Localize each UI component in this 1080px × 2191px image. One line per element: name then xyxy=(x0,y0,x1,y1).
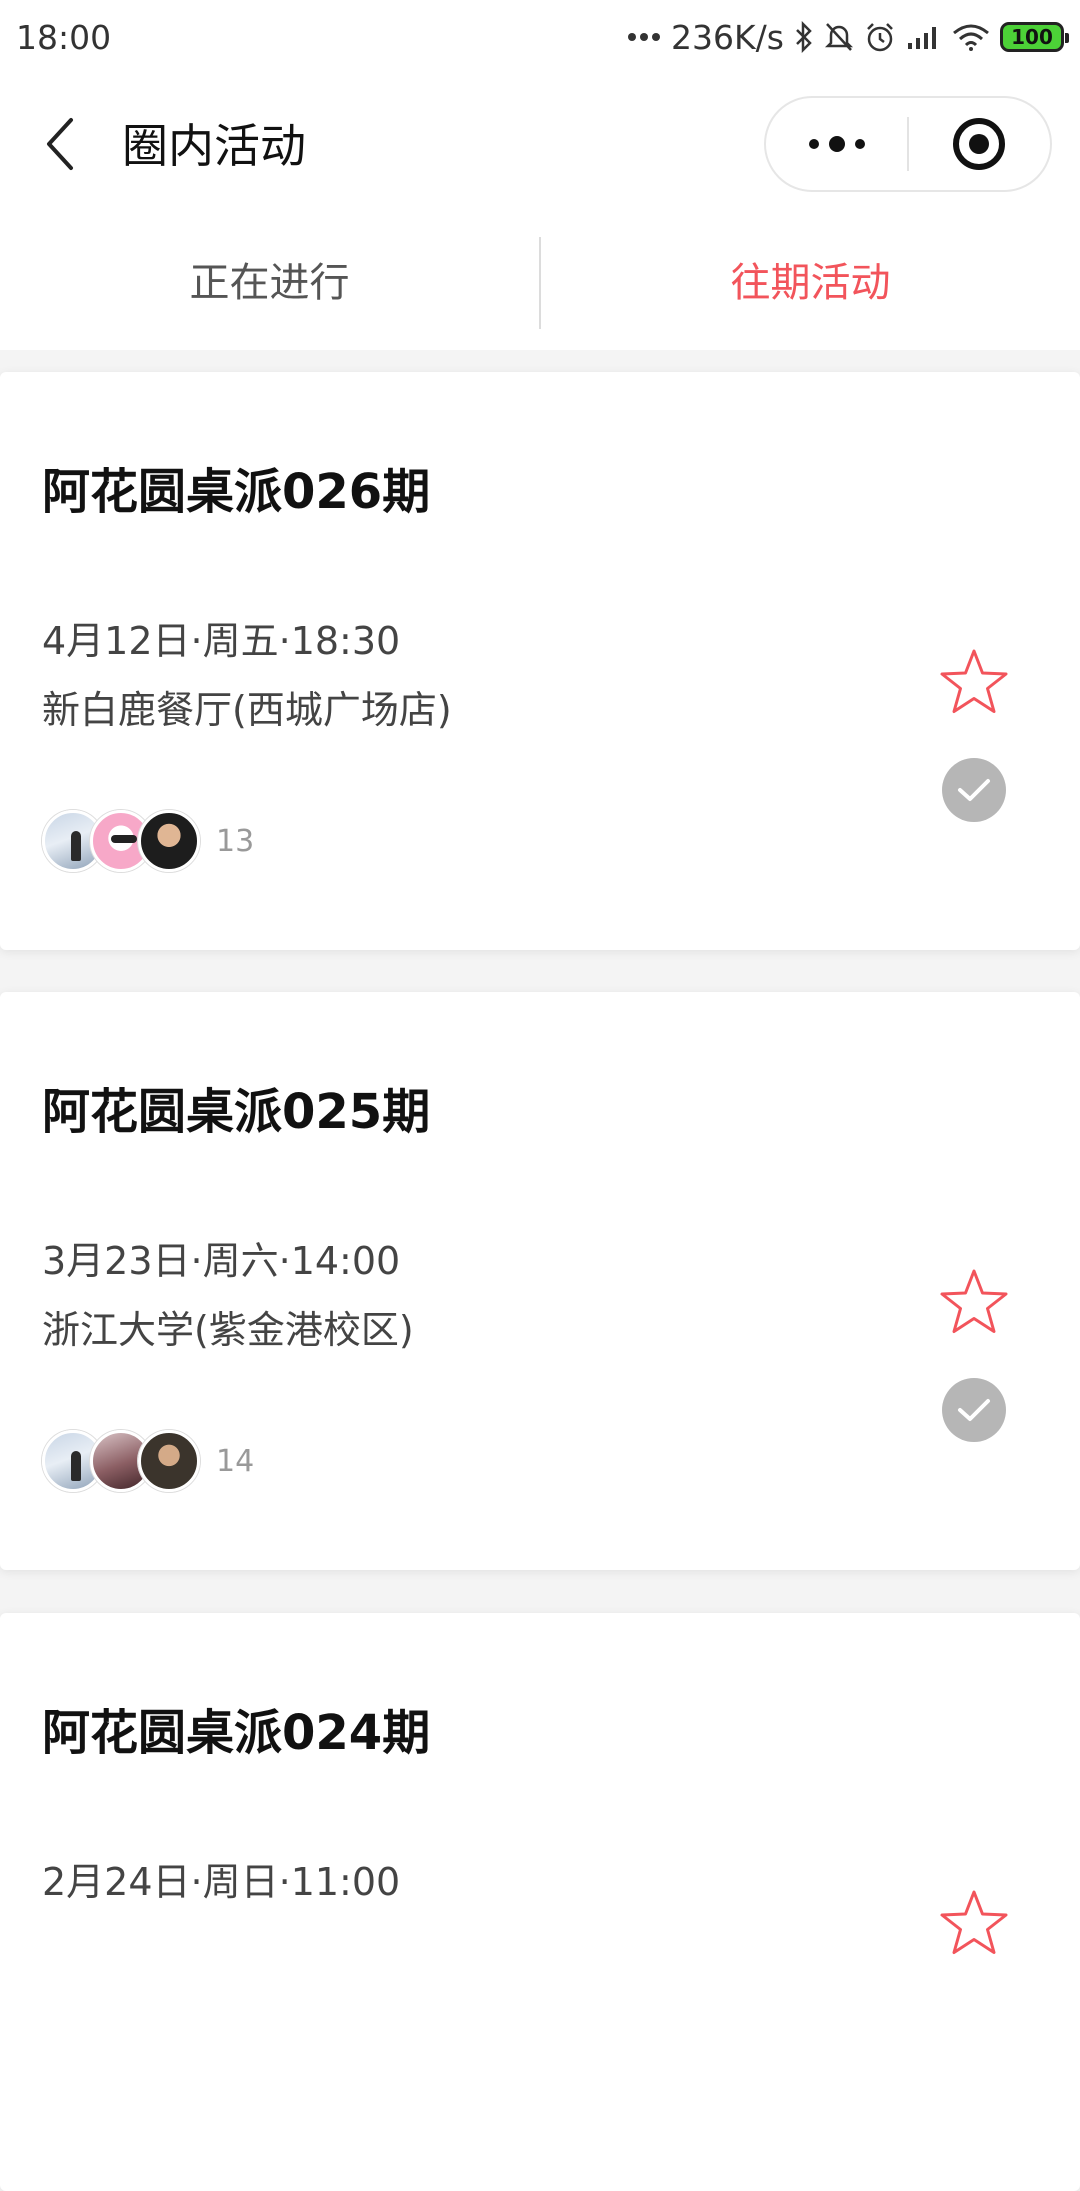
status-icons: 236K/s 100 xyxy=(627,17,1069,57)
mute-bell-icon xyxy=(824,21,854,53)
alarm-icon xyxy=(864,21,896,53)
more-button[interactable] xyxy=(766,98,907,190)
event-datetime: 4月12日·周五·18:30 xyxy=(42,619,401,663)
event-card[interactable]: 阿花圆桌派026期 4月12日·周五·18:30 新白鹿餐厅(西城广场店) 13 xyxy=(0,372,1080,950)
event-title: 阿花圆桌派025期 xyxy=(42,1084,431,1140)
miniprogram-capsule xyxy=(764,96,1052,192)
participant-count: 13 xyxy=(216,823,255,859)
wifi-icon xyxy=(952,23,990,51)
page-title: 圈内活动 xyxy=(122,119,306,173)
checkin-button[interactable] xyxy=(942,1378,1006,1442)
network-speed: 236K/s xyxy=(671,17,784,57)
participant-count: 14 xyxy=(216,1443,255,1479)
event-title: 阿花圆桌派024期 xyxy=(42,1705,431,1761)
more-dots-icon xyxy=(627,32,661,42)
more-dots-icon xyxy=(808,136,865,152)
event-location: 浙江大学(紫金港校区) xyxy=(42,1308,414,1352)
back-button[interactable] xyxy=(32,114,88,174)
avatar xyxy=(138,810,200,872)
event-datetime: 2月24日·周日·11:00 xyxy=(42,1860,401,1904)
event-card[interactable]: 阿花圆桌派025期 3月23日·周六·14:00 浙江大学(紫金港校区) 14 xyxy=(0,992,1080,1570)
checkin-button[interactable] xyxy=(942,758,1006,822)
battery-icon: 100 xyxy=(1000,22,1069,52)
star-icon xyxy=(940,649,1008,713)
status-bar: 18:00 236K/s 100 xyxy=(0,0,1080,74)
favorite-button[interactable] xyxy=(936,1885,1012,1961)
nav-bar: 圈内活动 xyxy=(0,74,1080,216)
tab-ongoing[interactable]: 正在进行 xyxy=(0,253,539,313)
target-circle-icon xyxy=(953,118,1006,170)
star-icon xyxy=(940,1890,1008,1954)
event-title: 阿花圆桌派026期 xyxy=(42,464,431,520)
event-location: 新白鹿餐厅(西城广场店) xyxy=(42,688,452,732)
favorite-button[interactable] xyxy=(936,1264,1012,1340)
avatar xyxy=(138,1430,200,1492)
bluetooth-icon xyxy=(794,21,814,53)
tab-bar: 正在进行 往期活动 xyxy=(0,216,1080,350)
check-icon xyxy=(958,779,990,801)
check-icon xyxy=(958,1399,990,1421)
chevron-left-icon xyxy=(47,118,73,170)
event-card[interactable]: 阿花圆桌派024期 2月24日·周日·11:00 xyxy=(0,1613,1080,2191)
tab-past[interactable]: 往期活动 xyxy=(541,253,1080,313)
close-miniprogram-button[interactable] xyxy=(909,98,1050,190)
favorite-button[interactable] xyxy=(936,644,1012,720)
star-icon xyxy=(940,1269,1008,1333)
event-datetime: 3月23日·周六·14:00 xyxy=(42,1239,401,1283)
signal-icon xyxy=(906,23,942,51)
participant-avatars[interactable]: 14 xyxy=(42,1430,254,1492)
participant-avatars[interactable]: 13 xyxy=(42,810,254,872)
status-time: 18:00 xyxy=(16,17,112,57)
